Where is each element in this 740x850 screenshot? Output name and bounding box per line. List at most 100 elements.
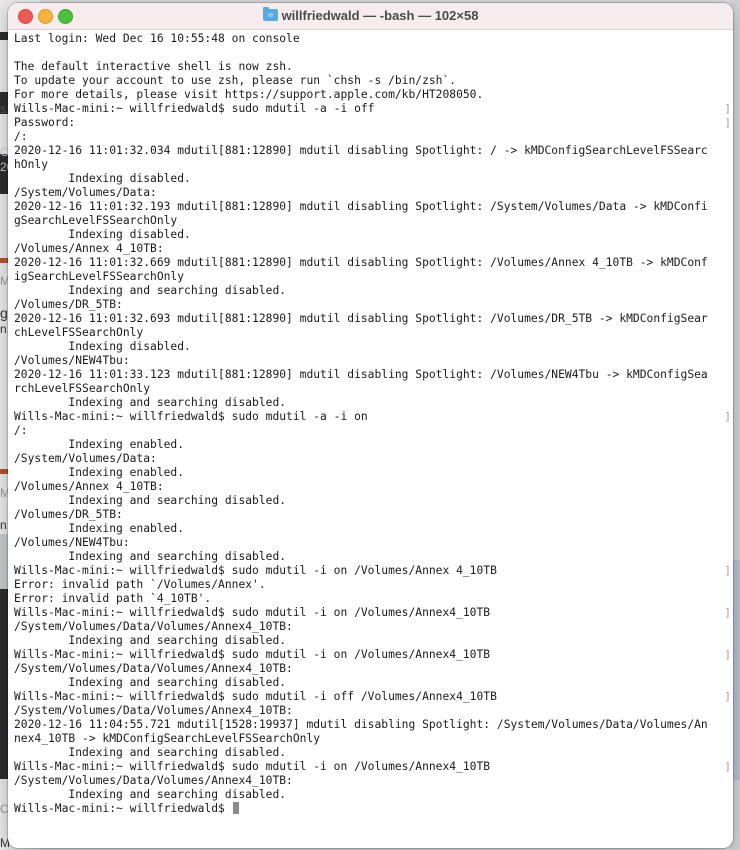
line-text: To update your account to use zsh, pleas… <box>14 74 457 87</box>
terminal-command-line: [] Wills-Mac-mini:~ willfriedwald$ sudo m… <box>14 564 733 578</box>
line-text: The default interactive shell is now zsh… <box>14 60 293 73</box>
line-text: Indexing enabled. <box>14 466 185 479</box>
line-text: /Volumes/NEW4Tbu: <box>14 354 130 367</box>
terminal-output-line: /System/Volumes/Data: <box>14 452 733 466</box>
line-text: Indexing disabled. <box>14 172 191 185</box>
terminal-output-line: Indexing enabled. <box>14 466 733 480</box>
line-text: Indexing enabled. <box>14 522 185 535</box>
line-text: Indexing and searching disabled. <box>14 550 287 563</box>
line-text: 2020-12-16 11:01:32.693 mdutil[881:12890… <box>14 312 708 325</box>
terminal-output[interactable]: Last login: Wed Dec 16 10:55:48 on conso… <box>14 32 733 848</box>
line-text: chLevelFSSearchOnly <box>14 326 144 339</box>
terminal-output-line: Indexing enabled. <box>14 438 733 452</box>
terminal-window[interactable]: willfriedwald — -bash — 102×58 Last logi… <box>8 3 733 848</box>
terminal-output-line: Indexing disabled. <box>14 228 733 242</box>
line-text: Indexing and searching disabled. <box>14 676 287 689</box>
command-mark-icon: [ <box>14 760 15 774</box>
terminal-output-line: Indexing and searching disabled. <box>14 550 733 564</box>
line-text: /Volumes/Annex 4_10TB: <box>14 242 164 255</box>
terminal-output-line: Indexing and searching disabled. <box>14 494 733 508</box>
prompt-text: Wills-Mac-mini:~ willfriedwald$ <box>14 802 232 815</box>
line-text: /: <box>14 130 28 143</box>
terminal-output-line: 2020-12-16 11:01:32.034 mdutil[881:12890… <box>14 144 733 158</box>
command-mark-icon: [ <box>14 102 15 116</box>
terminal-output-line: /Volumes/DR_5TB: <box>14 298 733 312</box>
command-mark-icon: [ <box>14 690 15 704</box>
terminal-command-line: [] Wills-Mac-mini:~ willfriedwald$ sudo m… <box>14 648 733 662</box>
line-text: /: <box>14 424 28 437</box>
terminal-prompt-line[interactable]: Wills-Mac-mini:~ willfriedwald$ <box>14 802 733 816</box>
line-text: igSearchLevelFSSearchOnly <box>14 270 185 283</box>
line-text: Wills-Mac-mini:~ willfriedwald$ sudo mdu… <box>14 648 491 661</box>
terminal-output-line: hOnly <box>14 158 733 172</box>
command-mark-icon: [ <box>14 606 15 620</box>
terminal-command-line: [] Wills-Mac-mini:~ willfriedwald$ sudo m… <box>14 690 733 704</box>
line-text: Indexing disabled. <box>14 228 191 241</box>
background-text: g <box>0 305 8 321</box>
terminal-output-line: For more details, please visit https://s… <box>14 88 733 102</box>
command-mark-icon: [ <box>14 116 15 130</box>
terminal-output-line: Indexing and searching disabled. <box>14 284 733 298</box>
line-text: Indexing and searching disabled. <box>14 396 287 409</box>
line-text: /System/Volumes/Data/Volumes/Annex4_10TB… <box>14 620 293 633</box>
terminal-command-line: [] Password: <box>14 116 733 130</box>
line-text: /System/Volumes/Data: <box>14 186 157 199</box>
terminal-output-line: Indexing disabled. <box>14 340 733 354</box>
window-title: willfriedwald — -bash — 102×58 <box>8 7 733 23</box>
command-mark-end-icon: ] <box>724 102 731 115</box>
line-text: nex4_10TB -> kMDConfigSearchLevelFSSearc… <box>14 732 321 745</box>
terminal-output-line: igSearchLevelFSSearchOnly <box>14 270 733 284</box>
terminal-output-line: /Volumes/Annex 4_10TB: <box>14 480 733 494</box>
terminal-output-line: Error: invalid path `4_10TB'. <box>14 592 733 606</box>
command-mark-icon: [ <box>14 410 15 424</box>
line-text: /System/Volumes/Data/Volumes/Annex4_10TB… <box>14 704 293 717</box>
terminal-output-line: The default interactive shell is now zsh… <box>14 60 733 74</box>
line-text: Wills-Mac-mini:~ willfriedwald$ sudo mdu… <box>14 564 497 577</box>
terminal-output-line: 2020-12-16 11:01:33.123 mdutil[881:12890… <box>14 368 733 382</box>
command-mark-icon: [ <box>14 564 15 578</box>
terminal-output-line: Indexing enabled. <box>14 522 733 536</box>
line-text: Indexing and searching disabled. <box>14 746 287 759</box>
line-text: Indexing and searching disabled. <box>14 634 287 647</box>
terminal-output-line: /System/Volumes/Data: <box>14 186 733 200</box>
terminal-output-line: 2020-12-16 11:01:32.193 mdutil[881:12890… <box>14 200 733 214</box>
terminal-command-line: [] Wills-Mac-mini:~ willfriedwald$ sudo m… <box>14 102 733 116</box>
terminal-output-line: Indexing and searching disabled. <box>14 396 733 410</box>
line-text: Indexing and searching disabled. <box>14 788 287 801</box>
terminal-output-line: /System/Volumes/Data/Volumes/Annex4_10TB… <box>14 662 733 676</box>
terminal-output-line: Indexing and searching disabled. <box>14 634 733 648</box>
line-text: /Volumes/Annex 4_10TB: <box>14 480 164 493</box>
line-text: Last login: Wed Dec 16 10:55:48 on conso… <box>14 32 300 45</box>
line-text: 2020-12-16 11:01:32.193 mdutil[881:12890… <box>14 200 708 213</box>
terminal-output-line: Last login: Wed Dec 16 10:55:48 on conso… <box>14 32 733 46</box>
line-text: Error: invalid path `/Volumes/Annex'. <box>14 578 266 591</box>
line-text: /Volumes/NEW4Tbu: <box>14 536 130 549</box>
title-bar[interactable]: willfriedwald — -bash — 102×58 <box>8 3 733 30</box>
terminal-output-line: Indexing and searching disabled. <box>14 746 733 760</box>
line-text: Wills-Mac-mini:~ willfriedwald$ sudo mdu… <box>14 760 491 773</box>
terminal-output-line: /: <box>14 424 733 438</box>
background-text: n <box>0 518 7 532</box>
terminal-output-line: /System/Volumes/Data/Volumes/Annex4_10TB… <box>14 704 733 718</box>
terminal-output-line: 2020-12-16 11:01:32.693 mdutil[881:12890… <box>14 312 733 326</box>
command-mark-end-icon: ] <box>724 760 731 773</box>
line-text: Password: <box>14 116 76 129</box>
terminal-output-line: nex4_10TB -> kMDConfigSearchLevelFSSearc… <box>14 732 733 746</box>
line-text: 2020-12-16 11:01:32.669 mdutil[881:12890… <box>14 256 708 269</box>
terminal-output-line: chLevelFSSearchOnly <box>14 326 733 340</box>
command-mark-end-icon: ] <box>724 690 731 703</box>
line-text: Wills-Mac-mini:~ willfriedwald$ sudo mdu… <box>14 102 375 115</box>
command-mark-end-icon: ] <box>724 564 731 577</box>
terminal-output-line: /Volumes/NEW4Tbu: <box>14 536 733 550</box>
folder-icon <box>262 7 278 21</box>
line-text: /Volumes/DR_5TB: <box>14 508 123 521</box>
command-mark-end-icon: ] <box>724 648 731 661</box>
terminal-output-line: /System/Volumes/Data/Volumes/Annex4_10TB… <box>14 774 733 788</box>
command-mark-end-icon: ] <box>724 116 731 129</box>
terminal-output-line: 2020-12-16 11:01:32.669 mdutil[881:12890… <box>14 256 733 270</box>
line-text: /System/Volumes/Data/Volumes/Annex4_10TB… <box>14 662 293 675</box>
command-mark-end-icon: ] <box>724 606 731 619</box>
line-text: /System/Volumes/Data/Volumes/Annex4_10TB… <box>14 774 293 787</box>
terminal-output-line: gSearchLevelFSSearchOnly <box>14 214 733 228</box>
